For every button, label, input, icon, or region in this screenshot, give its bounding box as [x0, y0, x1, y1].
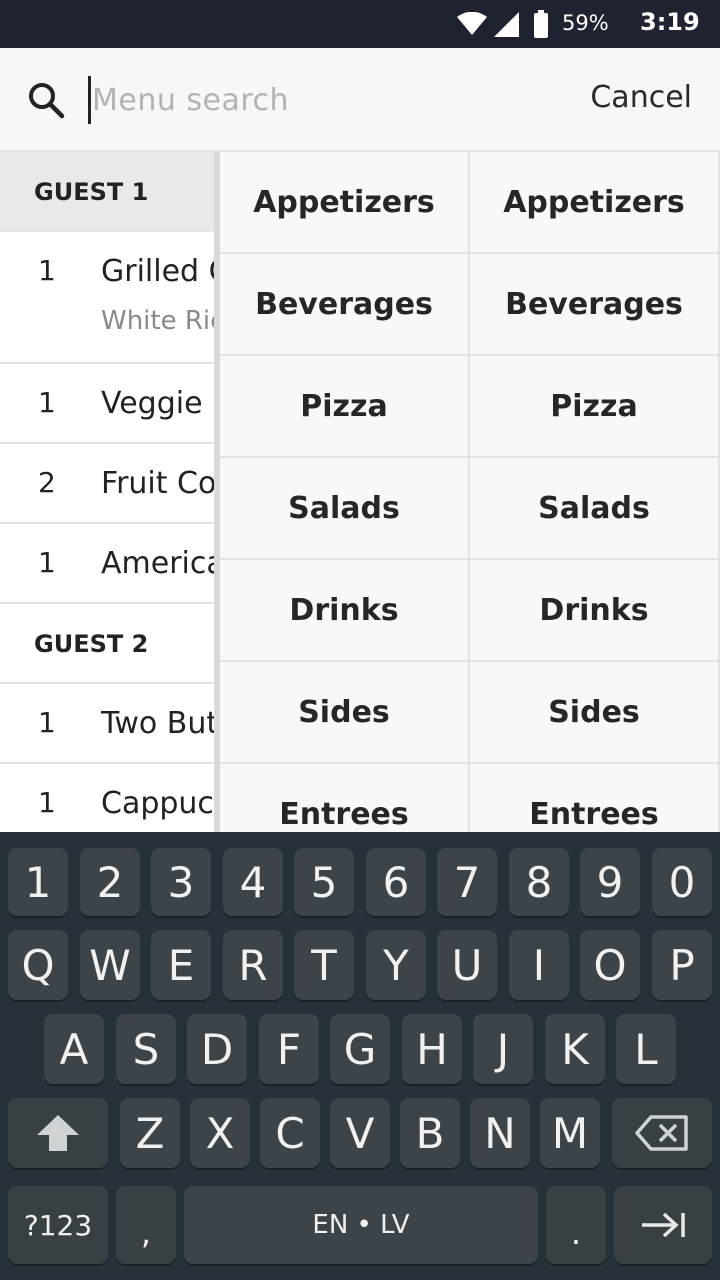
- key-2[interactable]: 2: [80, 848, 140, 916]
- item-name: Cappuccino: [101, 786, 214, 821]
- symbols-key[interactable]: ?123: [8, 1186, 108, 1264]
- category-entrees[interactable]: Entrees: [220, 764, 470, 832]
- key-q[interactable]: Q: [8, 930, 68, 1000]
- key-e[interactable]: E: [151, 930, 211, 1000]
- key-p[interactable]: P: [652, 930, 712, 1000]
- item-quantity: 1: [38, 386, 56, 419]
- cancel-button[interactable]: Cancel: [590, 80, 692, 115]
- key-3[interactable]: 3: [151, 848, 211, 916]
- item-quantity: 1: [38, 786, 56, 819]
- menu-category-grid: Appetizers Appetizers Beverages Beverage…: [220, 152, 720, 832]
- key-8[interactable]: 8: [509, 848, 569, 916]
- key-6[interactable]: 6: [366, 848, 426, 916]
- shift-icon: [37, 1115, 79, 1151]
- key-d[interactable]: D: [187, 1014, 247, 1084]
- key-0[interactable]: 0: [652, 848, 712, 916]
- soft-keyboard: 1 2 3 4 5 6 7 8 9 0 Q W E R T Y U I O P …: [0, 832, 720, 1280]
- key-m[interactable]: M: [540, 1098, 600, 1168]
- key-1[interactable]: 1: [8, 848, 68, 916]
- category-drinks[interactable]: Drinks: [470, 560, 720, 662]
- signal-icon: [494, 12, 519, 37]
- menu-search-input[interactable]: [92, 72, 552, 128]
- clock: 3:19: [640, 8, 700, 36]
- battery-percent: 59%: [562, 11, 609, 35]
- key-x[interactable]: X: [190, 1098, 250, 1168]
- key-t[interactable]: T: [294, 930, 354, 1000]
- category-pizza[interactable]: Pizza: [470, 356, 720, 458]
- order-item[interactable]: 1 Cappuccino: [0, 764, 214, 832]
- order-item[interactable]: 2 Fruit Cocktail: [0, 444, 214, 524]
- key-g[interactable]: G: [330, 1014, 390, 1084]
- category-salads[interactable]: Salads: [470, 458, 720, 560]
- category-beverages[interactable]: Beverages: [470, 254, 720, 356]
- key-v[interactable]: V: [330, 1098, 390, 1168]
- order-item[interactable]: 1 Americano: [0, 524, 214, 604]
- order-list: GUEST 1 1 Grilled Cheese White Rice 1 Ve…: [0, 152, 214, 832]
- item-quantity: 1: [38, 706, 56, 739]
- key-b[interactable]: B: [400, 1098, 460, 1168]
- search-icon[interactable]: [26, 80, 66, 120]
- key-z[interactable]: Z: [120, 1098, 180, 1168]
- key-y[interactable]: Y: [366, 930, 426, 1000]
- key-n[interactable]: N: [470, 1098, 530, 1168]
- order-item[interactable]: 1 Grilled Cheese White Rice: [0, 232, 214, 364]
- shift-key[interactable]: [8, 1098, 108, 1168]
- key-o[interactable]: O: [580, 930, 640, 1000]
- key-5[interactable]: 5: [294, 848, 354, 916]
- key-i[interactable]: I: [509, 930, 569, 1000]
- item-name: Two Butter: [101, 706, 214, 741]
- backspace-icon: [635, 1115, 688, 1151]
- item-quantity: 1: [38, 254, 56, 287]
- key-r[interactable]: R: [223, 930, 283, 1000]
- text-cursor: [88, 76, 91, 124]
- guest-header[interactable]: GUEST 2: [0, 604, 214, 684]
- key-f[interactable]: F: [259, 1014, 319, 1084]
- search-bar: Cancel: [0, 48, 720, 152]
- guest-header[interactable]: GUEST 1: [0, 152, 214, 232]
- key-c[interactable]: C: [260, 1098, 320, 1168]
- order-item[interactable]: 1 Two Butter: [0, 684, 214, 764]
- category-salads[interactable]: Salads: [220, 458, 470, 560]
- key-a[interactable]: A: [44, 1014, 104, 1084]
- category-sides[interactable]: Sides: [220, 662, 470, 764]
- item-quantity: 2: [38, 466, 56, 499]
- battery-icon: [534, 10, 548, 38]
- key-j[interactable]: J: [473, 1014, 533, 1084]
- item-modifier: White Rice: [101, 306, 214, 336]
- category-entrees[interactable]: Entrees: [470, 764, 720, 832]
- category-appetizers[interactable]: Appetizers: [220, 152, 470, 254]
- wifi-icon: [457, 12, 487, 35]
- category-drinks[interactable]: Drinks: [220, 560, 470, 662]
- status-bar: 59% 3:19: [0, 0, 720, 48]
- item-name: Americano: [101, 546, 214, 581]
- category-appetizers[interactable]: Appetizers: [470, 152, 720, 254]
- tab-arrow-icon: [642, 1212, 685, 1238]
- key-w[interactable]: W: [80, 930, 140, 1000]
- space-key[interactable]: EN • LV: [184, 1186, 538, 1264]
- period-key[interactable]: .: [546, 1186, 606, 1264]
- item-name: Veggie Burger: [101, 386, 214, 421]
- comma-key[interactable]: ,: [116, 1186, 176, 1264]
- category-sides[interactable]: Sides: [470, 662, 720, 764]
- order-item[interactable]: 1 Veggie Burger: [0, 364, 214, 444]
- key-9[interactable]: 9: [580, 848, 640, 916]
- key-l[interactable]: L: [616, 1014, 676, 1084]
- key-7[interactable]: 7: [437, 848, 497, 916]
- item-name: Fruit Cocktail: [101, 466, 214, 501]
- key-s[interactable]: S: [116, 1014, 176, 1084]
- key-k[interactable]: K: [545, 1014, 605, 1084]
- key-4[interactable]: 4: [223, 848, 283, 916]
- item-quantity: 1: [38, 546, 56, 579]
- next-key[interactable]: [614, 1186, 712, 1264]
- category-beverages[interactable]: Beverages: [220, 254, 470, 356]
- key-u[interactable]: U: [437, 930, 497, 1000]
- backspace-key[interactable]: [612, 1098, 712, 1168]
- key-h[interactable]: H: [402, 1014, 462, 1084]
- item-name: Grilled Cheese: [101, 254, 214, 289]
- category-pizza[interactable]: Pizza: [220, 356, 470, 458]
